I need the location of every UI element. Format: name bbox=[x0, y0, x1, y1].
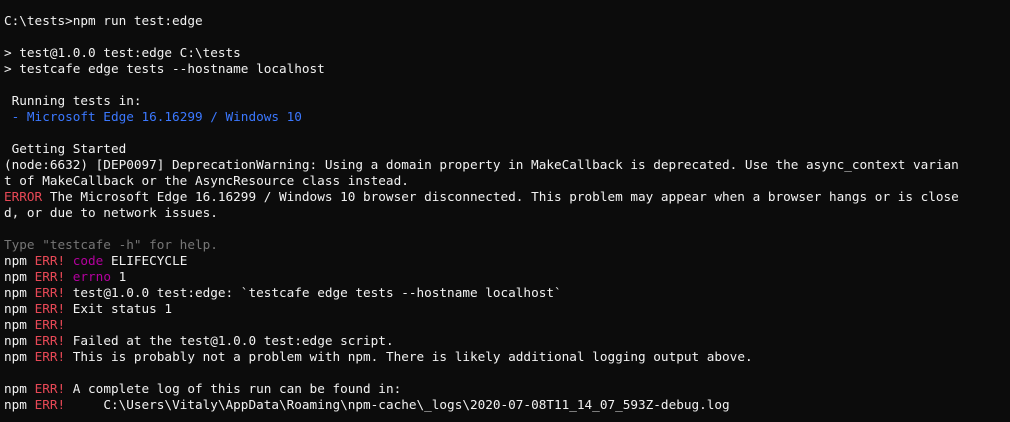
err-tag: ERR! bbox=[34, 269, 66, 284]
npm-err-line: npm ERR! C:\Users\Vitaly\AppData\Roaming… bbox=[4, 397, 1010, 413]
command-prompt-line: C:\tests>npm run test:edge bbox=[4, 13, 203, 28]
err-tag: ERR! bbox=[34, 381, 66, 396]
npm-err-line: npm ERR! bbox=[4, 317, 1010, 333]
browser-line: - Microsoft Edge 16.16299 / Windows 10 bbox=[4, 109, 1010, 125]
npm-log-block: npm ERR! A complete log of this run can … bbox=[4, 381, 1010, 413]
browser-name: Microsoft Edge 16.16299 / Windows 10 bbox=[26, 109, 302, 124]
npm-err-line: npm ERR! test@1.0.0 test:edge: `testcafe… bbox=[4, 285, 1010, 301]
npm-err-line: npm ERR! code ELIFECYCLE bbox=[4, 253, 1010, 269]
err-tag: ERR! bbox=[34, 317, 66, 332]
npm-err-message: test@1.0.0 test:edge: `testcafe edge tes… bbox=[65, 285, 562, 300]
err-tag: ERR! bbox=[34, 349, 66, 364]
script-header-line: > test@1.0.0 test:edge C:\tests bbox=[4, 45, 241, 60]
err-tag: ERR! bbox=[34, 285, 66, 300]
npm-err-message: 1 bbox=[110, 269, 127, 284]
npm-prefix: npm bbox=[4, 269, 35, 284]
err-tag: ERR! bbox=[34, 333, 66, 348]
error-text-continuation: d, or due to network issues. bbox=[4, 205, 218, 220]
npm-err-message: ELIFECYCLE bbox=[103, 253, 188, 268]
npm-error-block: npm ERR! code ELIFECYCLE npm ERR! errno 1… bbox=[4, 253, 1010, 365]
terminal-window[interactable]: C:\tests>npm run test:edge > test@1.0.0 … bbox=[0, 0, 1010, 422]
npm-prefix: npm bbox=[4, 349, 35, 364]
running-tests-label: Running tests in: bbox=[4, 93, 142, 108]
help-hint: Type "testcafe -h" for help. bbox=[4, 237, 218, 252]
npm-prefix: npm bbox=[4, 301, 35, 316]
npm-prefix: npm bbox=[4, 317, 35, 332]
npm-err-message: C:\Users\Vitaly\AppData\Roaming\npm-cach… bbox=[65, 397, 730, 412]
npm-prefix: npm bbox=[4, 333, 35, 348]
npm-err-line: npm ERR! errno 1 bbox=[4, 269, 1010, 285]
npm-err-line: npm ERR! A complete log of this run can … bbox=[4, 381, 1010, 397]
error-text: The Microsoft Edge 16.16299 / Windows 10… bbox=[42, 189, 959, 204]
deprecation-warning-line: (node:6632) [DEP0097] DeprecationWarning… bbox=[4, 157, 959, 172]
npm-err-message: This is probably not a problem with npm.… bbox=[65, 349, 753, 364]
err-tag: ERR! bbox=[34, 253, 66, 268]
npm-err-message: A complete log of this run can be found … bbox=[65, 381, 402, 396]
err-tag: ERR! bbox=[34, 301, 66, 316]
npm-err-key: errno bbox=[72, 269, 111, 284]
browser-dash: - bbox=[4, 109, 27, 124]
error-line: ERROR The Microsoft Edge 16.16299 / Wind… bbox=[4, 189, 1010, 205]
npm-err-line: npm ERR! Failed at the test@1.0.0 test:e… bbox=[4, 333, 1010, 349]
script-header-line: > testcafe edge tests --hostname localho… bbox=[4, 61, 325, 76]
err-tag: ERR! bbox=[34, 397, 66, 412]
fixture-name: Getting Started bbox=[4, 141, 127, 156]
error-tag: ERROR bbox=[4, 189, 43, 204]
npm-err-line: npm ERR! This is probably not a problem … bbox=[4, 349, 1010, 365]
npm-prefix: npm bbox=[4, 397, 35, 412]
npm-err-key: code bbox=[72, 253, 104, 268]
npm-err-line: npm ERR! Exit status 1 bbox=[4, 301, 1010, 317]
npm-err-message: Failed at the test@1.0.0 test:edge scrip… bbox=[65, 333, 394, 348]
npm-err-message: Exit status 1 bbox=[65, 301, 173, 316]
npm-prefix: npm bbox=[4, 381, 35, 396]
npm-prefix: npm bbox=[4, 285, 35, 300]
npm-prefix: npm bbox=[4, 253, 35, 268]
deprecation-warning-line: t of MakeCallback or the AsyncResource c… bbox=[4, 173, 409, 188]
